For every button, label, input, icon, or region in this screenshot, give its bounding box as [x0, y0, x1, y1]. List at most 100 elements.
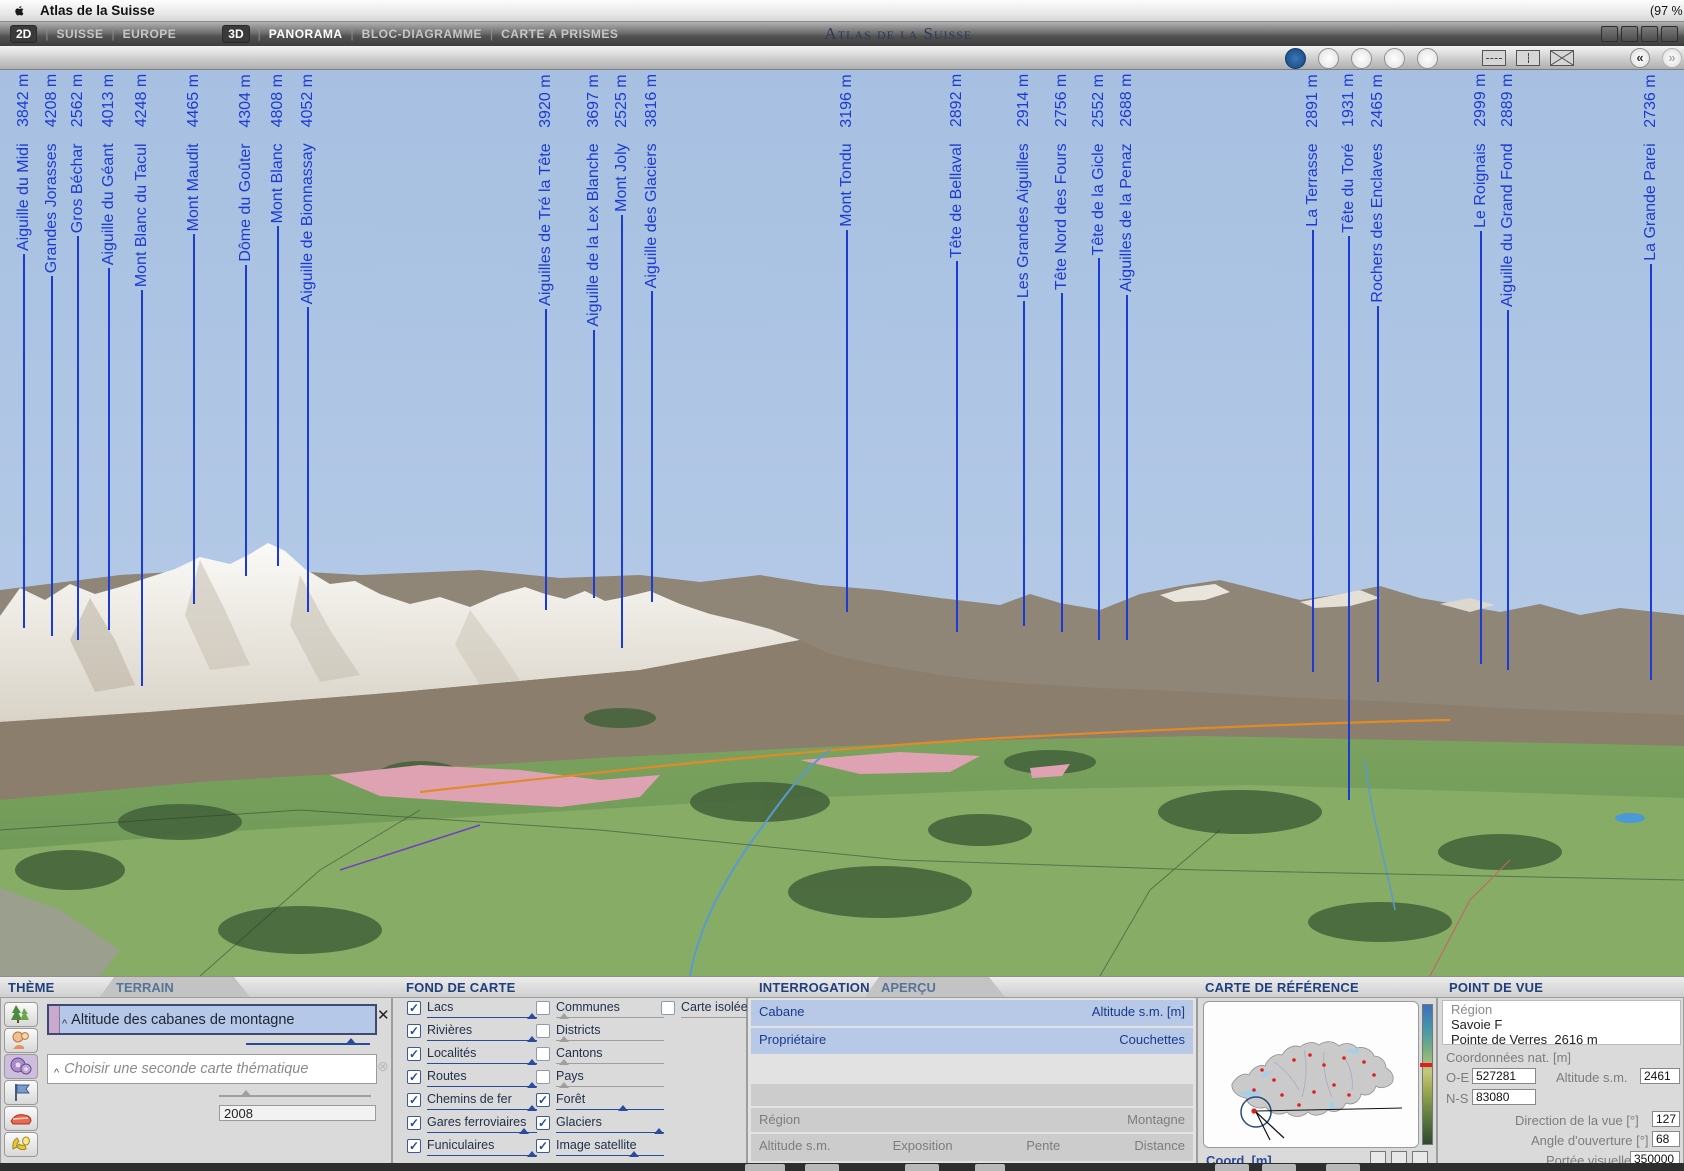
tab-terrain[interactable]: TERRAIN [100, 977, 250, 997]
direction-input[interactable]: 127 [1652, 1111, 1680, 1127]
mode-3d-badge[interactable]: 3D [222, 25, 249, 43]
peak-label-group[interactable]: Gros Béchar2562 m [68, 74, 87, 640]
layer-checkbox[interactable]: ✓ [407, 1070, 421, 1084]
back-icon[interactable]: « [1630, 48, 1650, 68]
peak-label-group[interactable]: Aiguille de la Lex Blanche3697 m [584, 74, 603, 598]
nav-carte-a-prismes[interactable]: CARTE A PRISMES [501, 27, 618, 41]
split-view-icon[interactable] [1516, 50, 1540, 66]
peak-label-group[interactable]: Aiguilles de Tré la Tête3920 m [536, 74, 555, 610]
altitude-input[interactable]: 2461 [1640, 1068, 1680, 1084]
layer-checkbox[interactable] [536, 1070, 550, 1084]
peak-label-group[interactable]: Mont Blanc du Tacul4248 m [132, 74, 151, 686]
layer-opacity-slider[interactable] [556, 1153, 664, 1161]
layer-checkbox[interactable]: ✓ [407, 1024, 421, 1038]
layer-checkbox[interactable] [536, 1047, 550, 1061]
tab-interrogation[interactable]: INTERROGATION [759, 980, 870, 995]
second-theme-select[interactable]: ^ Choisir une seconde carte thématique [47, 1054, 377, 1084]
peak-label-group[interactable]: Rochers des Enclaves2465 m [1368, 74, 1387, 682]
forward-icon[interactable]: » [1662, 48, 1682, 68]
nav-suisse[interactable]: SUISSE [56, 27, 103, 41]
peak-label-group[interactable]: Tête de la Gicle2552 m [1089, 74, 1108, 640]
layer-checkbox[interactable]: ✓ [536, 1093, 550, 1107]
oe-input[interactable]: 527281 [1472, 1068, 1536, 1084]
peak-label-group[interactable]: Aiguille du Grand Fond2889 m [1498, 74, 1517, 670]
peak-label-group[interactable]: Aiguille du Géant4013 m [99, 74, 118, 630]
peak-label-group[interactable]: Tête Nord des Fours2756 m [1052, 74, 1071, 632]
peak-label-group[interactable]: Dôme du Goûter4304 m [236, 74, 255, 576]
zoom-out-icon[interactable] [1351, 48, 1372, 69]
theme-opacity-slider[interactable] [246, 1041, 370, 1051]
peak-label-group[interactable]: Tête du Toré1931 m [1339, 74, 1358, 800]
state-icon[interactable] [4, 1080, 38, 1105]
layer-opacity-slider[interactable] [556, 1038, 664, 1046]
peak-label-group[interactable]: Mont Tondu3196 m [837, 74, 856, 612]
layer-opacity-slider[interactable] [427, 1107, 537, 1115]
peak-label-group[interactable]: Aiguille du Midi3842 m [14, 74, 33, 628]
nav-bloc-diagramme[interactable]: BLOC-DIAGRAMME [362, 27, 482, 41]
peak-label-group[interactable]: Le Roignais2999 m [1471, 74, 1490, 664]
theme-select[interactable]: ^ Altitude des cabanes de montagne [47, 1004, 377, 1035]
layer-opacity-slider[interactable] [556, 1130, 664, 1138]
pointer-tool-icon[interactable] [1285, 48, 1306, 69]
peak-label-group[interactable]: La Terrasse2891 m [1303, 74, 1322, 672]
nature-icon[interactable] [4, 1002, 38, 1027]
layer-checkbox[interactable] [536, 1001, 550, 1015]
layer-opacity-slider[interactable] [427, 1038, 537, 1046]
peak-label-group[interactable]: Aiguille des Glaciers3816 m [642, 74, 661, 602]
restore-icon[interactable] [1621, 26, 1638, 42]
tab-apercu[interactable]: APERÇU [865, 977, 1005, 997]
economy-icon[interactable] [4, 1054, 38, 1079]
angle-input[interactable]: 68 [1652, 1131, 1680, 1147]
peak-label-group[interactable]: Les Grandes Aiguilles2914 m [1014, 74, 1033, 626]
communication-icon[interactable] [4, 1132, 38, 1157]
layer-opacity-slider[interactable] [556, 1015, 664, 1023]
layer-checkbox[interactable] [661, 1001, 675, 1015]
nav-panorama[interactable]: PANORAMA [269, 27, 343, 41]
panorama-view[interactable]: Aiguille du Midi3842 m Grandes Jorasses4… [0, 70, 1684, 976]
peak-label-group[interactable]: Mont Joly2525 m [612, 74, 631, 648]
tab-theme[interactable]: THÈME [8, 980, 55, 995]
peak-label-group[interactable]: Tête de Bellaval2892 m [947, 74, 966, 632]
population-icon[interactable] [4, 1028, 38, 1053]
year-field[interactable]: 2008 [219, 1105, 376, 1121]
pan-view-icon[interactable] [1384, 48, 1405, 69]
layer-checkbox[interactable]: ✓ [536, 1116, 550, 1130]
layer-checkbox[interactable]: ✓ [407, 1139, 421, 1153]
layer-checkbox[interactable]: ✓ [407, 1093, 421, 1107]
peak-label-group[interactable]: Grandes Jorasses4208 m [42, 74, 61, 636]
transport-icon[interactable] [4, 1106, 38, 1131]
peak-label-group[interactable]: Mont Maudit4465 m [184, 74, 203, 604]
single-view-icon[interactable] [1482, 50, 1506, 66]
peak-label-group[interactable]: Aiguilles de la Penaz2688 m [1117, 74, 1136, 640]
layer-opacity-slider[interactable] [427, 1015, 537, 1023]
zoom-in-icon[interactable] [1318, 48, 1339, 69]
layer-checkbox[interactable]: ✓ [536, 1139, 550, 1153]
close-theme-icon[interactable]: ✕ [377, 1006, 390, 1024]
layer-opacity-slider[interactable] [556, 1107, 664, 1115]
peak-label-group[interactable]: Mont Blanc4808 m [268, 74, 287, 566]
layer-opacity-slider[interactable] [427, 1130, 537, 1138]
layer-opacity-slider[interactable] [556, 1061, 664, 1069]
layer-opacity-slider[interactable] [427, 1061, 537, 1069]
mode-2d-badge[interactable]: 2D [10, 25, 37, 43]
close-icon[interactable] [1661, 26, 1678, 42]
layer-checkbox[interactable] [536, 1024, 550, 1038]
second-theme-slider[interactable] [219, 1093, 371, 1103]
peak-label-group[interactable]: Aiguille de Bionnassay4052 m [298, 74, 317, 612]
maximize-icon[interactable] [1641, 26, 1658, 42]
ns-input[interactable]: 83080 [1472, 1089, 1536, 1105]
layer-opacity-slider[interactable] [427, 1084, 537, 1092]
peak-label-group[interactable]: La Grande Parei2736 m [1641, 74, 1660, 680]
switzerland-overview-map[interactable] [1203, 1001, 1419, 1148]
layer-opacity-slider[interactable] [427, 1153, 537, 1161]
overlay-view-icon[interactable] [1550, 50, 1574, 66]
minimize-icon[interactable] [1601, 26, 1618, 42]
nav-europe[interactable]: EUROPE [123, 27, 177, 41]
eye-level-icon[interactable] [1417, 48, 1438, 69]
layer-opacity-slider[interactable] [556, 1084, 664, 1092]
app-name[interactable]: Atlas de la Suisse [40, 3, 155, 18]
layer-checkbox[interactable]: ✓ [407, 1116, 421, 1130]
layer-checkbox[interactable]: ✓ [407, 1001, 421, 1015]
layer-checkbox[interactable]: ✓ [407, 1047, 421, 1061]
apple-menu-icon[interactable] [12, 4, 26, 18]
